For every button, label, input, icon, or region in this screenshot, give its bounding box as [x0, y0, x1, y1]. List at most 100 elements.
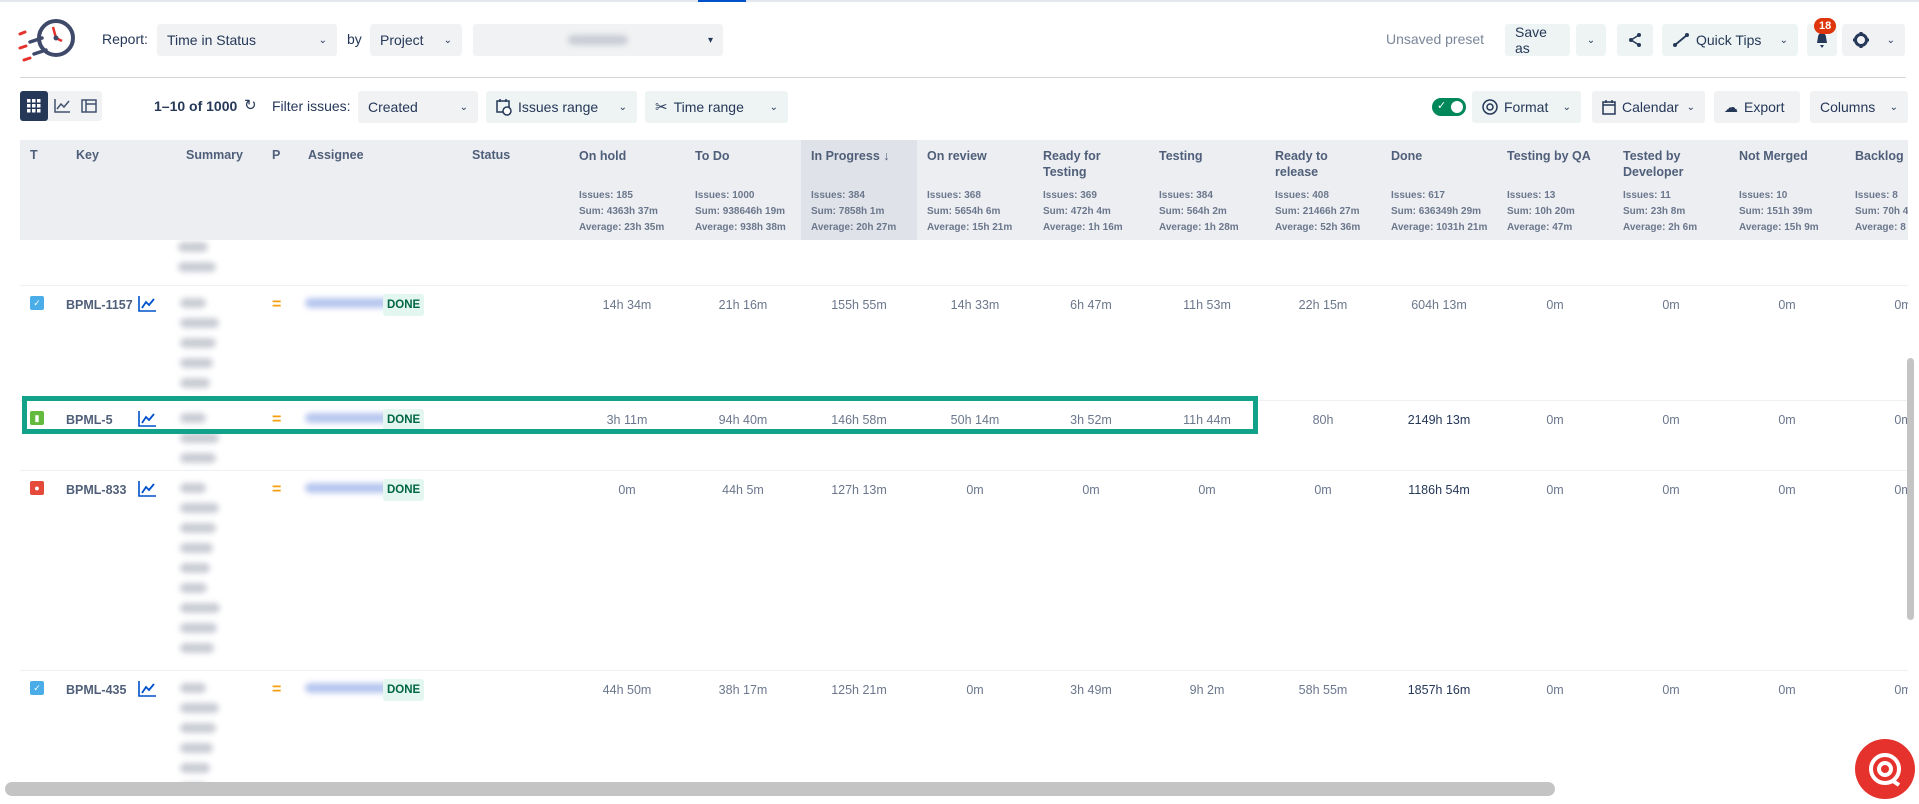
time-cell: 0m	[1546, 483, 1564, 497]
stat-avg: Average: 1h 16m	[1043, 222, 1123, 233]
column-header-status[interactable]: To Do Issues: 1000 Sum: 938646h 19m Average…	[685, 140, 801, 240]
issue-chart-icon[interactable]	[138, 481, 156, 497]
column-header-status[interactable]: Tested by Developer Issues: 11 Sum: 23h 8m…	[1613, 140, 1729, 240]
column-header-assignee[interactable]: Assignee	[298, 140, 462, 240]
column-header-status[interactable]: Backlog Issues: 8 Sum: 70h 4 Average: 8	[1845, 140, 1908, 240]
gear-icon	[1853, 32, 1869, 48]
column-header-key[interactable]: Key	[66, 140, 176, 240]
format-button[interactable]: Format ⌄	[1472, 91, 1581, 123]
column-stats: Issues: 617 Sum: 636349h 29m Average: 1031…	[1391, 188, 1487, 236]
issue-key-link[interactable]: BPML-1157	[66, 298, 133, 312]
stat-sum: Sum: 23h 8m	[1623, 206, 1686, 217]
blurred-summary	[180, 723, 216, 733]
priority-medium-icon: =	[272, 681, 282, 698]
grid-view-button[interactable]	[20, 91, 48, 121]
horizontal-scrollbar[interactable]	[5, 782, 1555, 796]
column-header-status[interactable]: Status	[462, 140, 569, 240]
stat-issues: Issues: 369	[1043, 190, 1097, 201]
project-select[interactable]: ▾	[473, 24, 723, 56]
time-cell: 0m	[1894, 298, 1908, 312]
blurred-summary	[180, 543, 213, 553]
time-cell: 0m	[1662, 413, 1680, 427]
column-header-status[interactable]: Testing by QA Issues: 13 Sum: 10h 20m Avera…	[1497, 140, 1613, 240]
column-title: Testing by QA	[1507, 149, 1591, 163]
bug-type-icon: ●	[30, 481, 44, 495]
column-header-status[interactable]: Ready for Testing Issues: 369 Sum: 472h 4m…	[1033, 140, 1149, 240]
chevron-down-icon: ⌄	[1586, 34, 1596, 46]
pivot-view-button[interactable]	[75, 91, 102, 121]
scissors-icon: ✂	[655, 99, 668, 116]
time-range-button[interactable]: ✂ Time range ⌄	[645, 91, 788, 123]
stat-issues: Issues: 10	[1739, 190, 1788, 201]
toggle-switch[interactable]: ✓	[1432, 98, 1466, 116]
blurred-summary	[180, 743, 213, 753]
help-button[interactable]	[1855, 739, 1915, 799]
chevron-down-icon: ⌄	[443, 34, 452, 46]
column-title: Not Merged	[1739, 149, 1808, 163]
app-logo-icon	[18, 19, 75, 62]
column-stats: Issues: 185 Sum: 4363h 37m Average: 23h 35…	[579, 188, 664, 236]
columns-button[interactable]: Columns ⌄	[1810, 91, 1908, 123]
column-stats: Issues: 369 Sum: 472h 4m Average: 1h 16m	[1043, 188, 1123, 236]
time-cell: 155h 55m	[831, 298, 887, 312]
notification-count-badge: 18	[1814, 18, 1837, 34]
settings-button[interactable]: ⌄	[1842, 24, 1905, 56]
stat-sum: Sum: 21466h 27m	[1275, 206, 1360, 217]
issue-chart-icon[interactable]	[138, 681, 156, 697]
column-header-summary[interactable]: Summary	[176, 140, 262, 240]
column-header-status[interactable]: Done Issues: 617 Sum: 636349h 29m Average: …	[1381, 140, 1497, 240]
by-label: by	[347, 31, 362, 47]
column-title: Tested by Developer	[1623, 149, 1684, 179]
chart-view-button[interactable]	[48, 91, 75, 121]
time-cell: 0m	[1662, 298, 1680, 312]
refresh-icon[interactable]: ↻	[244, 96, 257, 114]
time-cell: 14h 33m	[950, 298, 1000, 312]
column-header-status[interactable]: On review Issues: 368 Sum: 5654h 6m Average…	[917, 140, 1033, 240]
column-header-type[interactable]: T	[20, 140, 66, 240]
chevron-down-icon: ⌄	[318, 34, 327, 46]
by-select[interactable]: Project ⌄	[370, 24, 462, 56]
issue-key-link[interactable]: BPML-435	[66, 683, 126, 697]
filter-value: Created	[368, 99, 418, 115]
stat-avg: Average: 1031h 21m	[1391, 222, 1488, 233]
column-header-status[interactable]: In Progress ↓ Issues: 384 Sum: 7858h 1m Ave…	[801, 140, 917, 240]
time-cell: 11h 53m	[1183, 298, 1231, 312]
filter-select[interactable]: Created ⌄	[358, 91, 478, 123]
report-value: Time in Status	[167, 32, 256, 48]
calendar-button[interactable]: Calendar ⌄	[1592, 91, 1705, 123]
share-button[interactable]	[1617, 24, 1653, 56]
stat-sum: Sum: 564h 2m	[1159, 206, 1227, 217]
vertical-scrollbar[interactable]	[1907, 358, 1914, 620]
column-header-status[interactable]: Not Merged Issues: 10 Sum: 151h 39m Average…	[1729, 140, 1845, 240]
table-row[interactable]: ✓ BPML-435 = DONE 44h 50m 38h 17m 125h 21m 0m 3h…	[20, 670, 1908, 785]
issue-chart-icon[interactable]	[138, 296, 156, 312]
time-cell: 0m	[1546, 683, 1564, 697]
save-as-button[interactable]: Save as	[1505, 24, 1570, 56]
time-cell: 22h 15m	[1298, 298, 1348, 312]
export-button[interactable]: ☁ Export	[1714, 91, 1800, 123]
time-cell: 0m	[1894, 413, 1908, 427]
issue-key-link[interactable]: BPML-833	[66, 483, 126, 497]
time-cell: 0m	[1778, 683, 1796, 697]
report-select[interactable]: Time in Status ⌄	[157, 24, 337, 56]
time-cell: 14h 34m	[602, 298, 652, 312]
save-options-button[interactable]: ⌄	[1576, 24, 1606, 56]
table-row[interactable]: ✓ BPML-1157 = DONE 14h 34m 21h 16m 155h 55m 14h…	[20, 285, 1908, 400]
chevron-down-icon: ⌄	[1889, 101, 1898, 113]
table-row[interactable]: ● BPML-833 = DONE 0m 44h 5m 127h 13m 0m 0m 0m 0m 11…	[20, 470, 1908, 670]
stat-avg: Average: 47m	[1507, 222, 1573, 233]
calendar-label: Calendar	[1622, 99, 1679, 115]
quick-tips-button[interactable]: Quick Tips ⌄	[1662, 24, 1798, 56]
blurred-summary	[180, 453, 216, 463]
column-stats: Issues: 1000 Sum: 938646h 19m Average: 938…	[695, 188, 786, 236]
column-header-priority[interactable]: P	[262, 140, 298, 240]
stat-avg: Average: 20h 27m	[811, 222, 897, 233]
column-header-status[interactable]: Testing Issues: 384 Sum: 564h 2m Average: 1…	[1149, 140, 1265, 240]
column-header-status[interactable]: Ready to release Issues: 408 Sum: 21466h 2…	[1265, 140, 1381, 240]
column-stats: Issues: 10 Sum: 151h 39m Average: 15h 9m	[1739, 188, 1819, 236]
chevron-down-icon: ⌄	[459, 101, 468, 113]
table-body: ✓ BPML-1157 = DONE 14h 34m 21h 16m 155h 55m 14h…	[20, 240, 1908, 785]
column-header-status[interactable]: On hold Issues: 185 Sum: 4363h 37m Average:…	[569, 140, 685, 240]
issues-range-button[interactable]: Issues range ⌄	[486, 91, 637, 123]
stat-sum: Sum: 636349h 29m	[1391, 206, 1482, 217]
